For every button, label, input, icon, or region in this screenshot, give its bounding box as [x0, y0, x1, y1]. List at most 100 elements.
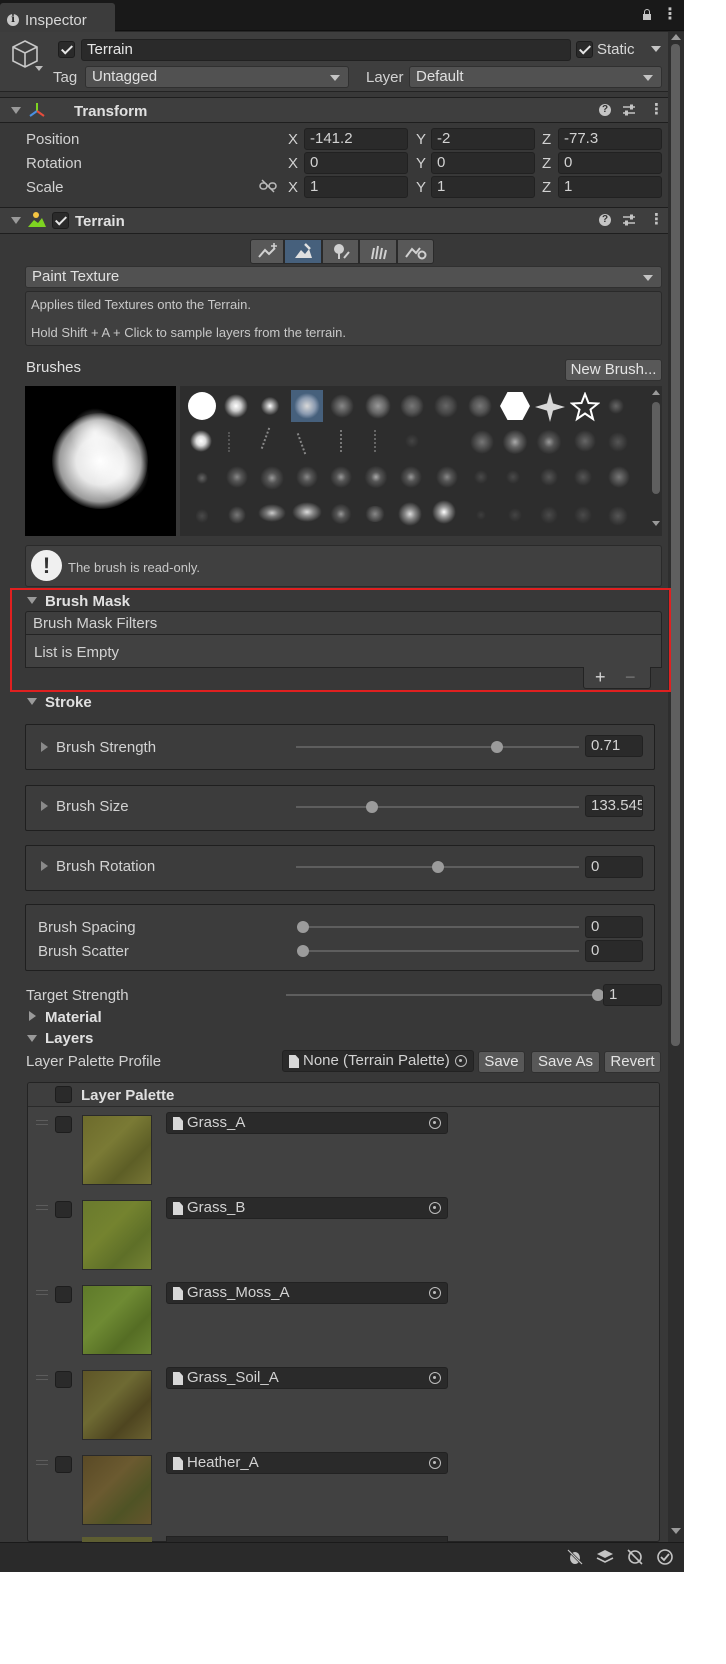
tab-menu-kebab-icon[interactable]: ⋮: [662, 7, 678, 23]
object-picker-icon[interactable]: [429, 1202, 441, 1214]
brush-row4-2[interactable]: [228, 506, 246, 524]
brush-rotation-slider-knob[interactable]: [431, 861, 444, 873]
layer-object-field[interactable]: Grass_Moss_A: [166, 1282, 448, 1304]
help-icon[interactable]: ?: [599, 104, 611, 116]
brush-row4-10[interactable]: [508, 508, 522, 522]
layer-checkbox[interactable]: [55, 1116, 72, 1133]
revert-button[interactable]: Revert: [604, 1051, 661, 1073]
material-foldout-arrow-icon[interactable]: [29, 1011, 36, 1021]
drag-handle-icon[interactable]: [36, 1120, 48, 1125]
brush-strength-field[interactable]: 0.71: [585, 735, 643, 757]
remove-filter-button[interactable]: −: [625, 668, 636, 686]
transform-foldout-arrow-icon[interactable]: [11, 107, 21, 114]
brush-row3-5[interactable]: [330, 466, 352, 488]
static-checkbox[interactable]: [576, 41, 593, 58]
layer-object-field[interactable]: Grass_Soil_A: [166, 1367, 448, 1389]
brush-grid-scroll-thumb[interactable]: [652, 402, 660, 494]
drag-handle-icon[interactable]: [36, 1205, 48, 1210]
tag-dropdown[interactable]: Untagged: [85, 66, 349, 88]
brush-grid[interactable]: [180, 386, 650, 536]
save-button[interactable]: Save: [478, 1051, 525, 1073]
brush-star-outline[interactable]: [570, 392, 600, 422]
brush-row3-12[interactable]: [574, 468, 592, 486]
tab-inspector[interactable]: i Inspector: [0, 3, 115, 32]
brush-scatter-slider-knob[interactable]: [297, 945, 309, 957]
brush-row2-7[interactable]: [405, 434, 419, 448]
brush-spacing-field[interactable]: 0: [585, 916, 643, 938]
brush-row2-6[interactable]: [374, 430, 392, 452]
brush-noise-1[interactable]: [330, 394, 354, 418]
brush-row3-13[interactable]: [608, 466, 630, 488]
object-picker-icon[interactable]: [429, 1117, 441, 1129]
layers-title[interactable]: Layers: [45, 1031, 93, 1046]
brush-size-field[interactable]: 133.545: [585, 795, 643, 817]
presets-icon[interactable]: [622, 213, 636, 227]
brush-scroll-down-icon[interactable]: [652, 521, 660, 526]
brush-row2-10[interactable]: [536, 430, 562, 454]
layers-foldout-arrow-icon[interactable]: [27, 1035, 37, 1042]
lock-icon[interactable]: [643, 9, 651, 20]
object-name-field[interactable]: Terrain: [81, 39, 571, 61]
brush-row3-2[interactable]: [226, 466, 248, 488]
static-dropdown-arrow-icon[interactable]: [651, 46, 661, 52]
debug-bug-icon[interactable]: [566, 1548, 584, 1566]
layer-dropdown[interactable]: Default: [409, 66, 662, 88]
icon-dropdown-arrow-icon[interactable]: [35, 66, 43, 71]
tool-paint-button[interactable]: [284, 239, 322, 264]
brush-row4-9[interactable]: [476, 510, 486, 520]
presets-icon[interactable]: [622, 103, 636, 117]
success-check-icon[interactable]: [656, 1548, 674, 1566]
brush-row2-8[interactable]: [470, 430, 494, 454]
select-all-layers-checkbox[interactable]: [55, 1086, 72, 1103]
brush-row3-8[interactable]: [436, 466, 458, 488]
scroll-up-arrow-icon[interactable]: [671, 34, 681, 40]
drag-handle-icon[interactable]: [36, 1460, 48, 1465]
brush-spacing-slider-knob[interactable]: [297, 921, 309, 933]
brush-rotation-field[interactable]: 0: [585, 856, 643, 878]
brush-mask-foldout-arrow-icon[interactable]: [27, 597, 37, 604]
brush-row2-9[interactable]: [502, 430, 528, 454]
brush-mask-title[interactable]: Brush Mask: [45, 594, 130, 609]
layer-object-field[interactable]: Grass_B: [166, 1197, 448, 1219]
brush-row2-1[interactable]: [190, 430, 212, 452]
object-picker-icon[interactable]: [429, 1457, 441, 1469]
layer-object-field[interactable]: Heather_A: [166, 1452, 448, 1474]
brush-noise-4[interactable]: [434, 394, 458, 418]
add-filter-button[interactable]: +: [595, 668, 606, 686]
drag-handle-icon[interactable]: [36, 1290, 48, 1295]
brush-row4-7[interactable]: [398, 502, 422, 526]
brush-noise-3[interactable]: [400, 394, 424, 418]
stroke-title[interactable]: Stroke: [45, 695, 92, 710]
brush-row4-5[interactable]: [330, 504, 352, 524]
brush-row2-4[interactable]: [296, 427, 322, 455]
brush-size-foldout-icon[interactable]: [41, 801, 48, 811]
rotation-z-field[interactable]: 0: [558, 152, 662, 174]
rotation-x-field[interactable]: 0: [304, 152, 408, 174]
terrain-foldout-arrow-icon[interactable]: [11, 217, 21, 224]
component-menu-kebab-icon[interactable]: ⋮: [649, 102, 664, 117]
brush-noise-5[interactable]: [468, 394, 492, 418]
brush-row2-3[interactable]: [260, 427, 286, 455]
scrollbar-thumb[interactable]: [671, 44, 680, 1046]
target-strength-slider-track[interactable]: [286, 994, 598, 996]
target-strength-field[interactable]: 1: [603, 984, 662, 1006]
tool-settings-button[interactable]: [397, 239, 434, 264]
brush-row4-11[interactable]: [540, 506, 558, 524]
scale-y-field[interactable]: 1: [431, 176, 535, 198]
brush-scatter-slider-track[interactable]: [303, 950, 579, 952]
brush-soft-round[interactable]: [224, 394, 248, 418]
scroll-down-arrow-icon[interactable]: [671, 1528, 681, 1534]
position-x-field[interactable]: -141.2: [304, 128, 408, 150]
brush-row4-3[interactable]: [258, 504, 286, 522]
tool-create-neighbor-button[interactable]: [250, 239, 284, 264]
brush-hard-round[interactable]: [188, 392, 216, 420]
layer-checkbox[interactable]: [55, 1286, 72, 1303]
brush-row4-13[interactable]: [608, 506, 628, 526]
brush-row4-1[interactable]: [196, 508, 208, 524]
brush-faint-1[interactable]: [608, 398, 624, 414]
brush-strength-slider-track[interactable]: [296, 746, 579, 748]
position-y-field[interactable]: -2: [431, 128, 535, 150]
layer-checkbox[interactable]: [55, 1371, 72, 1388]
brush-row3-4[interactable]: [296, 466, 318, 488]
save-as-button[interactable]: Save As: [531, 1051, 600, 1073]
